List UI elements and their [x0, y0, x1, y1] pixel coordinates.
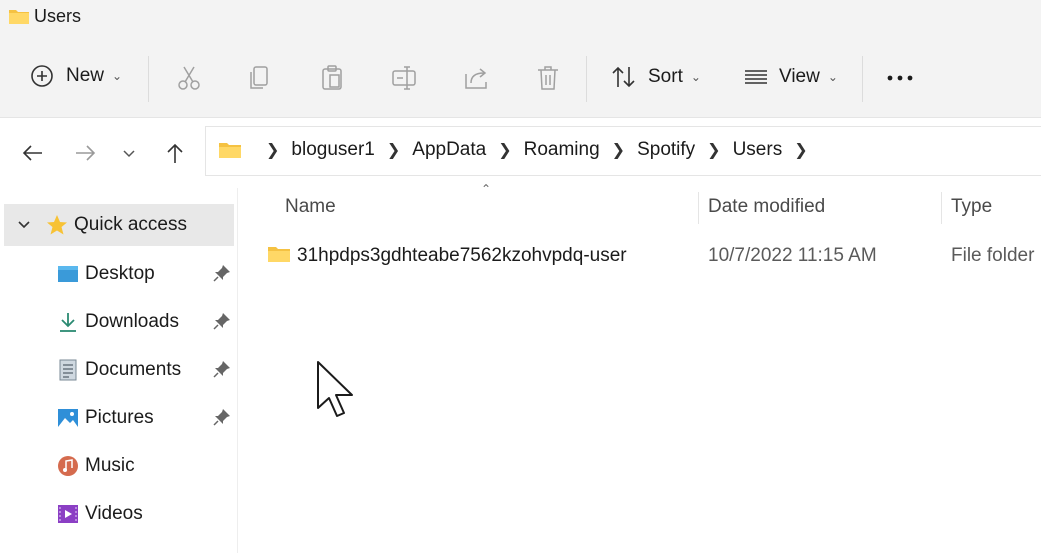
star-icon: [47, 215, 67, 235]
chevron-down-icon: ⌄: [112, 69, 123, 83]
sort-label: Sort: [648, 66, 683, 87]
recent-locations-chevron-icon[interactable]: [121, 145, 137, 161]
breadcrumb: ❯ bloguser1 ❯ AppData ❯ Roaming ❯ Spotif…: [218, 139, 820, 161]
sidebar-item-label: Videos: [85, 503, 143, 524]
breadcrumb-separator-icon[interactable]: ❯: [612, 140, 625, 160]
sidebar-item-pictures[interactable]: Pictures: [0, 398, 238, 438]
divider: [148, 56, 149, 102]
folder-icon: [9, 10, 29, 24]
file-date-modified: 10/7/2022 11:15 AM: [708, 245, 877, 266]
more-options-icon[interactable]: [886, 74, 914, 82]
view-icon: [745, 70, 767, 84]
column-header-name[interactable]: Name: [285, 196, 336, 218]
file-name: 31hpdps3gdhteabe7562kzohvpdq-user: [297, 245, 627, 266]
pin-icon[interactable]: [213, 408, 231, 426]
sidebar-item-label: Pictures: [85, 407, 154, 428]
videos-icon: [58, 505, 78, 523]
chevron-down-icon: ⌄: [827, 70, 838, 84]
sidebar-item-label: Quick access: [74, 214, 187, 235]
rename-icon[interactable]: [390, 64, 418, 92]
mouse-cursor-icon: [317, 361, 353, 417]
chevron-down-icon[interactable]: [16, 217, 32, 233]
desktop-icon: [58, 266, 78, 282]
breadcrumb-segment[interactable]: Roaming: [524, 139, 600, 161]
sidebar-item-label: Desktop: [85, 263, 155, 284]
pictures-icon: [58, 409, 78, 427]
sort-icon: [612, 66, 635, 88]
paste-icon[interactable]: [318, 64, 346, 92]
navigation-pane: Quick access Desktop Downloads Documents: [0, 188, 238, 553]
column-divider[interactable]: [941, 192, 942, 224]
sidebar-item-label: Music: [85, 455, 135, 476]
command-bar: New ⌄ Sort ⌄ View ⌄: [0, 36, 1041, 118]
sidebar-item-label: Documents: [85, 359, 182, 380]
breadcrumb-separator-icon: ❯: [266, 142, 280, 159]
sort-button[interactable]: Sort ⌄: [611, 65, 701, 89]
new-button[interactable]: New ⌄: [30, 64, 122, 88]
breadcrumb-segment[interactable]: Users: [733, 139, 783, 161]
sidebar-item-videos[interactable]: Videos: [0, 494, 238, 534]
plus-circle-icon: [31, 65, 53, 87]
title-bar: Users: [0, 0, 1041, 36]
share-icon[interactable]: [462, 64, 490, 92]
column-divider[interactable]: [698, 192, 699, 224]
address-row: ❯ bloguser1 ❯ AppData ❯ Roaming ❯ Spotif…: [0, 118, 1041, 188]
downloads-icon: [60, 313, 76, 332]
divider: [862, 56, 863, 102]
sidebar-item-quick-access[interactable]: Quick access: [4, 204, 234, 246]
table-row[interactable]: 31hpdps3gdhteabe7562kzohvpdq-user 10/7/2…: [239, 236, 1041, 276]
up-arrow-icon[interactable]: [163, 141, 187, 165]
breadcrumb-separator-icon[interactable]: ❯: [498, 140, 511, 160]
copy-icon[interactable]: [246, 64, 274, 92]
folder-icon: [219, 143, 241, 158]
back-arrow-icon[interactable]: [21, 141, 45, 165]
sidebar-item-documents[interactable]: Documents: [0, 350, 238, 390]
address-bar[interactable]: ❯ bloguser1 ❯ AppData ❯ Roaming ❯ Spotif…: [205, 126, 1041, 176]
cut-icon[interactable]: [175, 64, 203, 92]
chevron-down-icon: ⌄: [690, 70, 701, 84]
sidebar-item-downloads[interactable]: Downloads: [0, 302, 238, 342]
new-label: New: [66, 65, 105, 86]
pin-icon[interactable]: [213, 312, 231, 330]
sidebar-item-music[interactable]: Music: [0, 446, 238, 486]
view-label: View: [779, 66, 820, 87]
sidebar-item-desktop[interactable]: Desktop: [0, 254, 238, 294]
breadcrumb-separator-icon[interactable]: ❯: [794, 140, 807, 160]
breadcrumb-segment[interactable]: bloguser1: [291, 139, 374, 161]
column-header-date[interactable]: Date modified: [708, 196, 825, 218]
pin-icon[interactable]: [213, 360, 231, 378]
view-button[interactable]: View ⌄: [743, 65, 838, 89]
pin-icon[interactable]: [213, 264, 231, 282]
divider: [586, 56, 587, 102]
breadcrumb-separator-icon[interactable]: ❯: [707, 140, 720, 160]
sidebar-item-label: Downloads: [85, 311, 179, 332]
breadcrumb-segment[interactable]: Spotify: [637, 139, 695, 161]
file-type: File folder: [951, 245, 1035, 266]
breadcrumb-segment[interactable]: AppData: [412, 139, 486, 161]
delete-icon[interactable]: [534, 64, 562, 92]
forward-arrow-icon[interactable]: [73, 141, 97, 165]
documents-icon: [59, 359, 77, 381]
breadcrumb-separator-icon[interactable]: ❯: [387, 140, 400, 160]
sort-caret-up-icon: ⌃: [481, 182, 492, 196]
folder-icon: [268, 247, 290, 262]
window-title: Users: [34, 6, 82, 26]
column-header-type[interactable]: Type: [951, 196, 992, 218]
music-icon: [58, 456, 78, 476]
file-list: ⌃ Name Date modified Type 31hpdps3gdhtea…: [239, 182, 1041, 553]
